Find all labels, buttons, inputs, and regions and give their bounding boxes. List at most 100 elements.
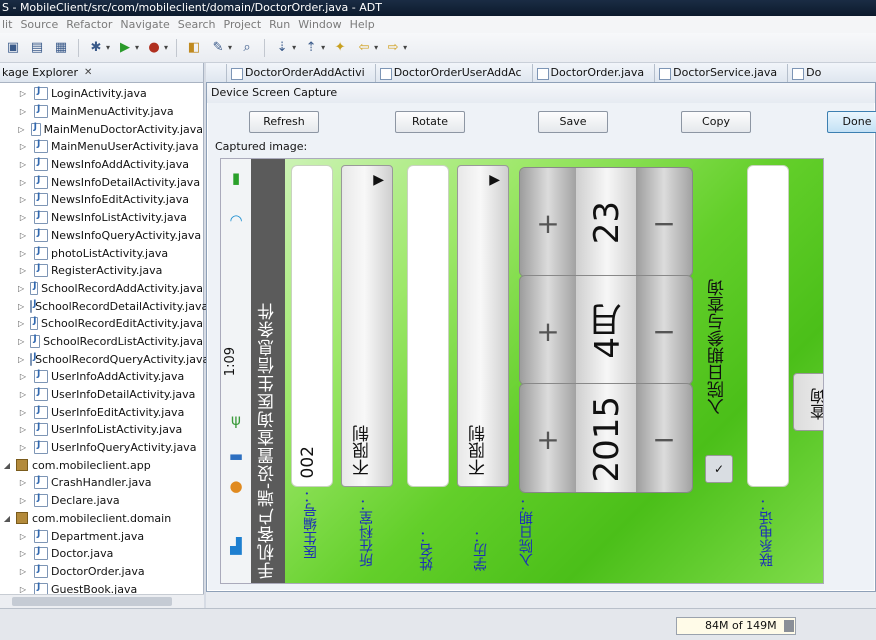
collapsed-twisty-icon[interactable]: ▷ <box>18 549 28 558</box>
menu-project[interactable]: Project <box>224 18 270 31</box>
rotate-button[interactable]: Rotate <box>395 111 465 133</box>
doctor-no-input[interactable]: 002 <box>291 165 333 487</box>
date-participate-checkbox[interactable]: ✓ <box>705 455 733 483</box>
file-item[interactable]: ▷ SchoolRecordQueryActivity.java <box>0 350 209 368</box>
chevron-down-icon[interactable]: ▾ <box>228 43 232 52</box>
collapsed-twisty-icon[interactable]: ▷ <box>18 355 24 364</box>
month-decrement-button[interactable]: − <box>636 276 692 384</box>
collapsed-twisty-icon[interactable]: ▷ <box>18 284 24 293</box>
collapsed-twisty-icon[interactable]: ▷ <box>18 319 24 328</box>
print-icon[interactable]: ▦ <box>52 39 70 57</box>
name-input[interactable] <box>407 165 449 487</box>
expanded-twisty-icon[interactable]: ◢ <box>2 461 12 470</box>
file-item[interactable]: ▷ LoginActivity.java <box>0 85 203 103</box>
file-item[interactable]: ▷ NewsInfoEditActivity.java <box>0 191 203 209</box>
file-item[interactable]: ▷ UserInfoAddActivity.java <box>0 368 203 386</box>
refresh-button[interactable]: Refresh <box>249 111 319 133</box>
education-select[interactable]: ▶ 不限制 <box>457 165 509 487</box>
save-button[interactable]: Save <box>538 111 608 133</box>
file-item[interactable]: ▷ SchoolRecordAddActivity.java <box>0 280 203 298</box>
file-item[interactable]: ▷ NewsInfoQueryActivity.java <box>0 227 203 245</box>
chevron-down-icon[interactable]: ▾ <box>292 43 296 52</box>
open-type-icon[interactable]: ◧ <box>185 39 203 57</box>
package-item[interactable]: ◢ com.mobileclient.domain <box>0 510 203 528</box>
expanded-twisty-icon[interactable]: ◢ <box>2 514 12 523</box>
external-tools-icon[interactable]: ● <box>145 39 163 57</box>
file-item[interactable]: ▷ MainMenuActivity.java <box>0 103 203 121</box>
month-increment-button[interactable]: + <box>520 276 576 384</box>
back-icon[interactable]: ⇦ <box>355 39 373 57</box>
debug-icon[interactable]: ✱ <box>87 39 105 57</box>
menu-navigate[interactable]: Navigate <box>120 18 177 31</box>
last-edit-icon[interactable]: ✦ <box>331 39 349 57</box>
collapsed-twisty-icon[interactable]: ▷ <box>18 89 28 98</box>
collapsed-twisty-icon[interactable]: ▷ <box>18 266 28 275</box>
collapsed-twisty-icon[interactable]: ▷ <box>18 125 25 134</box>
file-item[interactable]: ▷ DoctorOrder.java <box>0 563 203 581</box>
day-decrement-button[interactable]: − <box>636 168 692 276</box>
day-increment-button[interactable]: + <box>520 168 576 276</box>
collapsed-twisty-icon[interactable]: ▷ <box>18 142 28 151</box>
year-picker[interactable]: + 2015 − <box>519 383 693 493</box>
file-item[interactable]: ▷ photoListActivity.java <box>0 244 203 262</box>
chevron-down-icon[interactable]: ▾ <box>164 43 168 52</box>
file-item[interactable]: ▷ MainMenuDoctorActivity.java <box>0 120 203 138</box>
file-item[interactable]: ▷ SchoolRecordEditActivity.java <box>0 315 203 333</box>
save-all-icon[interactable]: ▤ <box>28 39 46 57</box>
tab-package-explorer[interactable]: kage Explorer ✕ <box>0 63 203 83</box>
collapsed-twisty-icon[interactable]: ▷ <box>18 567 28 576</box>
collapsed-twisty-icon[interactable]: ▷ <box>18 302 24 311</box>
open-task-icon[interactable]: ✎ <box>209 39 227 57</box>
collapsed-twisty-icon[interactable]: ▷ <box>18 425 28 434</box>
tab-doctor-order-add-activity[interactable]: DoctorOrderAddActivi <box>226 64 375 82</box>
save-icon[interactable]: ▣ <box>4 39 22 57</box>
chevron-down-icon[interactable]: ▾ <box>403 43 407 52</box>
year-increment-button[interactable]: + <box>520 384 576 492</box>
file-item[interactable]: ▷ UserInfoQueryActivity.java <box>0 439 203 457</box>
tab-doctor-order-user-add-activity[interactable]: DoctorOrderUserAddAc <box>374 64 532 82</box>
chevron-down-icon[interactable]: ▾ <box>106 43 110 52</box>
collapsed-twisty-icon[interactable]: ▷ <box>18 160 28 169</box>
file-item[interactable]: ▷ Department.java <box>0 527 203 545</box>
collapsed-twisty-icon[interactable]: ▷ <box>18 443 28 452</box>
file-item[interactable]: ▷ NewsInfoListActivity.java <box>0 209 203 227</box>
package-item[interactable]: ◢ com.mobileclient.app <box>0 456 203 474</box>
prev-annotation-icon[interactable]: ⇡ <box>302 39 320 57</box>
close-icon[interactable]: ✕ <box>84 67 92 78</box>
file-item[interactable]: ▷ MainMenuUserActivity.java <box>0 138 203 156</box>
department-select[interactable]: ▶ 不限制 <box>341 165 393 487</box>
next-annotation-icon[interactable]: ⇣ <box>273 39 291 57</box>
tab-doctor-service-java[interactable]: DoctorService.java <box>654 64 787 82</box>
menu-window[interactable]: Window <box>298 18 349 31</box>
tab-overflow[interactable]: Do <box>787 64 831 82</box>
phone-input[interactable] <box>747 165 789 487</box>
query-button[interactable]: 查询 <box>793 373 823 431</box>
file-item[interactable]: ▷ UserInfoDetailActivity.java <box>0 386 203 404</box>
horizontal-scrollbar[interactable] <box>0 594 204 608</box>
file-item[interactable]: ▷ Doctor.java <box>0 545 203 563</box>
collapsed-twisty-icon[interactable]: ▷ <box>18 478 28 487</box>
search-icon[interactable]: ⌕ <box>238 39 256 57</box>
chevron-down-icon[interactable]: ▾ <box>374 43 378 52</box>
collapsed-twisty-icon[interactable]: ▷ <box>18 249 28 258</box>
chevron-down-icon[interactable]: ▾ <box>135 43 139 52</box>
trash-icon[interactable] <box>784 620 794 632</box>
collapsed-twisty-icon[interactable]: ▷ <box>18 213 28 222</box>
day-picker[interactable]: + 23 − <box>519 167 693 277</box>
menu-help[interactable]: Help <box>350 18 383 31</box>
file-item[interactable]: ▷ SchoolRecordDetailActivity.java <box>0 297 208 315</box>
collapsed-twisty-icon[interactable]: ▷ <box>18 532 28 541</box>
file-item[interactable]: ▷ CrashHandler.java <box>0 474 203 492</box>
menu-source[interactable]: Source <box>20 18 66 31</box>
file-item[interactable]: ▷ NewsInfoAddActivity.java <box>0 156 203 174</box>
year-decrement-button[interactable]: − <box>636 384 692 492</box>
collapsed-twisty-icon[interactable]: ▷ <box>18 337 24 346</box>
menu-search[interactable]: Search <box>178 18 224 31</box>
file-item[interactable]: ▷ UserInfoEditActivity.java <box>0 403 203 421</box>
scrollbar-thumb[interactable] <box>12 597 172 606</box>
menu-run[interactable]: Run <box>269 18 298 31</box>
collapsed-twisty-icon[interactable]: ▷ <box>18 496 28 505</box>
menu-edit[interactable]: lit <box>2 18 20 31</box>
run-icon[interactable]: ▶ <box>116 39 134 57</box>
heap-status[interactable]: 84M of 149M <box>676 617 796 635</box>
